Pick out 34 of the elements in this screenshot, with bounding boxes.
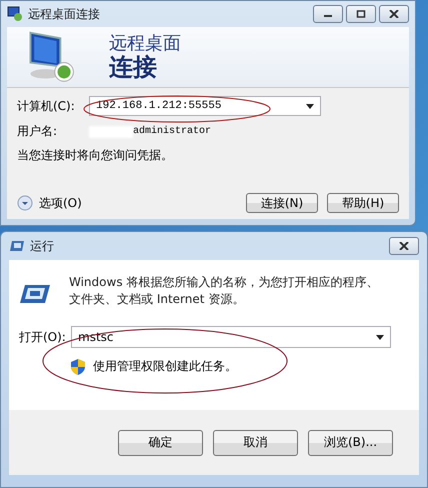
close-icon <box>399 242 409 250</box>
minimize-button[interactable] <box>313 5 343 23</box>
dialog-button[interactable]: 浏览(B)... <box>308 430 393 456</box>
options-label: 选项(O) <box>39 194 82 212</box>
banner-title: 连接 <box>109 54 158 80</box>
dialog-button[interactable]: 连接(N) <box>246 193 318 213</box>
banner-title: 远程桌面 <box>109 34 181 54</box>
computer-label: 计算机(C): <box>17 98 76 114</box>
close-button[interactable] <box>379 5 409 23</box>
close-button[interactable] <box>389 237 419 255</box>
admin-note: 使用管理权限创建此任务。 <box>93 358 237 375</box>
dialog-button[interactable]: 确定 <box>118 430 203 456</box>
close-icon <box>389 10 399 18</box>
run-icon <box>9 240 25 252</box>
monitor-icon <box>7 6 23 22</box>
window-title: 运行 <box>30 238 54 254</box>
open-label: 打开(O): <box>19 328 67 346</box>
caret-icon <box>376 334 384 340</box>
dialog-button[interactable]: 帮助(H) <box>327 193 399 213</box>
notice-text: 当您连接时将向您询问凭据。 <box>17 147 174 164</box>
description-text: Windows 将根据您所输入的名称，为您打开相应的程序、文件夹、文档或 Internet 资源。 <box>69 274 379 308</box>
dialog-button[interactable]: 取消 <box>213 430 298 456</box>
username-value: administrator <box>133 126 212 137</box>
caret-icon <box>306 104 314 108</box>
options-toggle[interactable]: 选项(O) <box>17 194 82 212</box>
maximize-button[interactable] <box>346 5 376 23</box>
open-field[interactable]: mstsc <box>71 326 391 348</box>
computer-field[interactable]: 192.168.1.212:55555 <box>89 96 321 116</box>
shield-icon <box>71 358 85 374</box>
expand-icon <box>17 195 33 211</box>
run-icon <box>19 284 51 304</box>
maximize-icon <box>356 10 366 18</box>
username-label: 用户名: <box>17 123 58 140</box>
window-title: 远程桌面连接 <box>28 6 100 22</box>
